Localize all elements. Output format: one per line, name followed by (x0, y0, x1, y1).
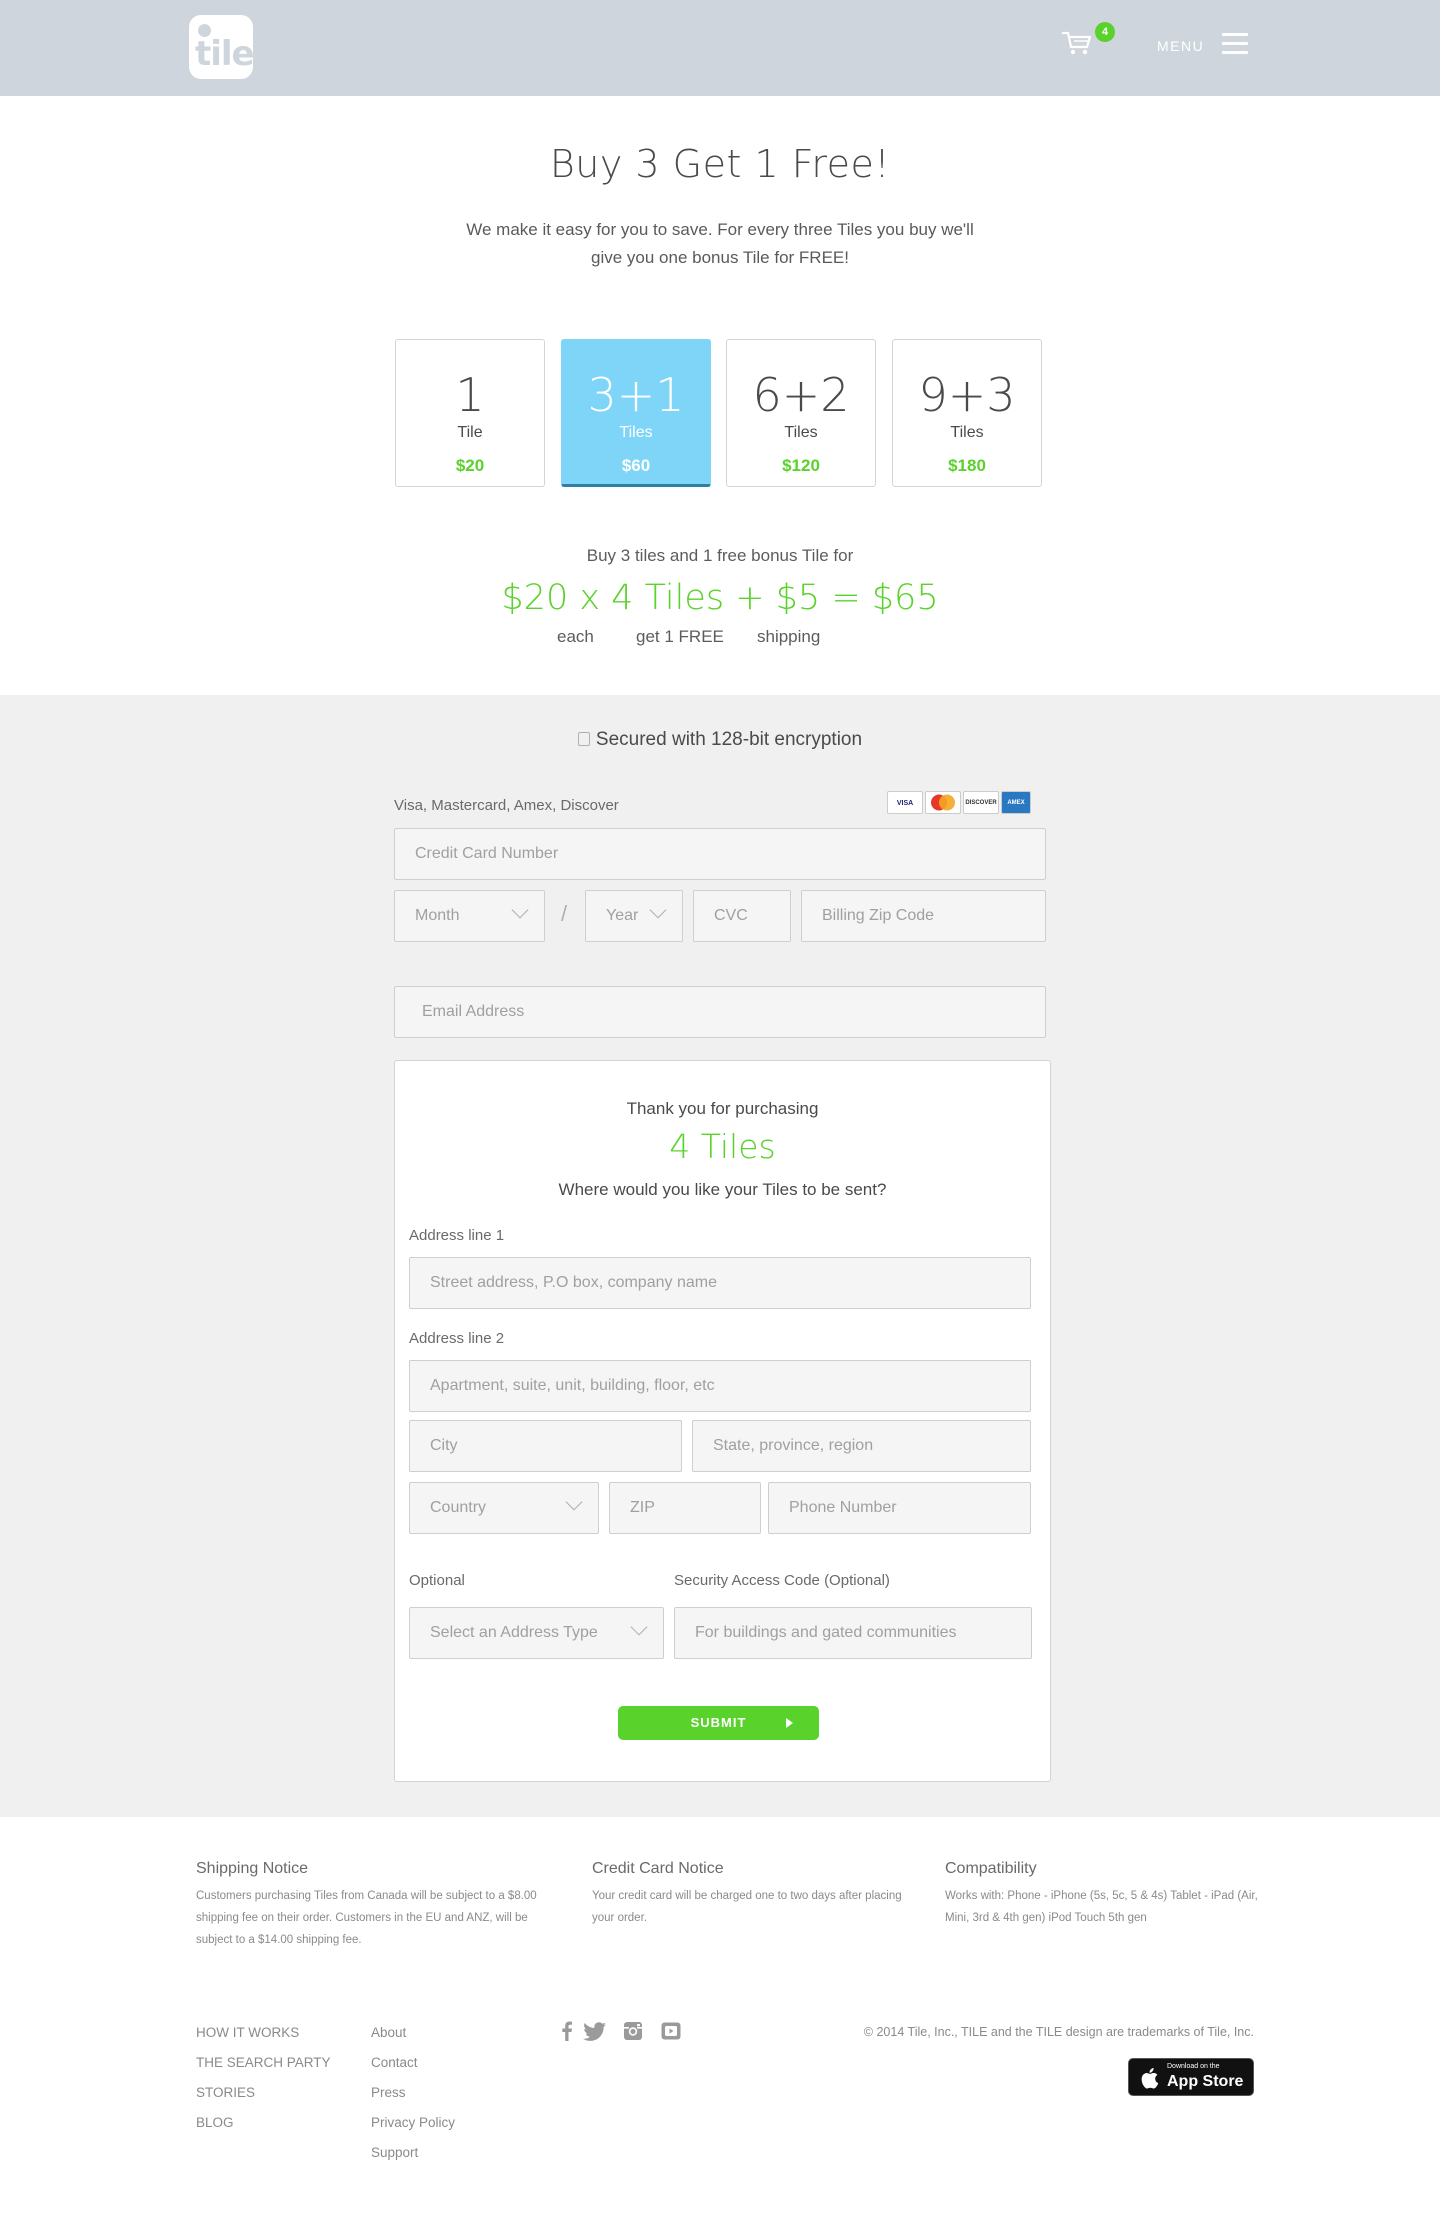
shipping-form: Thank you for purchasing 4 Tiles Where w… (394, 1060, 1051, 1782)
expiry-separator: / (561, 901, 568, 926)
phone-input[interactable]: Phone Number (768, 1482, 1031, 1534)
country-select[interactable]: Country (409, 1482, 599, 1534)
footer-link-support[interactable]: Support (371, 2145, 418, 2160)
zip-input[interactable]: ZIP (609, 1482, 761, 1534)
calc-label-free: get 1 FREE (636, 627, 724, 646)
footer-link-how-it-works[interactable]: HOW IT WORKS (196, 2025, 299, 2040)
cart-count-badge: 4 (1095, 22, 1115, 42)
twitter-icon[interactable] (583, 2020, 607, 2042)
accepted-cards-label: Visa, Mastercard, Amex, Discover (394, 797, 619, 814)
price-calc-lead: Buy 3 tiles and 1 free bonus Tile for (586, 546, 854, 565)
pack-option-6-plus-2[interactable]: 6+2 Tiles $120 (726, 339, 876, 487)
chevron-down-icon (565, 1493, 583, 1511)
card-notice-text: Your credit card will be charged one to … (592, 1890, 902, 1924)
chevron-down-icon (511, 901, 529, 919)
amex-icon: AMEX (1001, 791, 1031, 814)
pack-selector: 1 Tile $20 3+1 Tiles $60 6+2 Tiles $120 … (395, 339, 1045, 487)
copyright-text: © 2014 Tile, Inc., TILE and the TILE des… (863, 2025, 1254, 2039)
app-store-badge[interactable]: Download on the App Store (1128, 2058, 1254, 2096)
footer-link-contact[interactable]: Contact (371, 2055, 418, 2070)
pack-option-9-plus-3[interactable]: 9+3 Tiles $180 (892, 339, 1042, 487)
hamburger-menu-icon[interactable] (1222, 33, 1248, 55)
pack-count: 9+3 (918, 368, 1016, 422)
address2-label: Address line 2 (409, 1330, 505, 1347)
footer-link-stories[interactable]: STORIES (196, 2085, 255, 2100)
price-equation: $20 x 4 Tiles + $5 = $65 (501, 578, 939, 618)
submit-button[interactable]: SUBMIT (618, 1706, 819, 1740)
state-input[interactable]: State, province, region (692, 1420, 1031, 1472)
mastercard-icon (925, 791, 961, 814)
pack-count: 3+1 (587, 368, 685, 422)
address2-input[interactable]: Apartment, suite, unit, building, floor,… (409, 1360, 1031, 1412)
pack-price: $60 (621, 456, 651, 475)
shipping-notice-text: Customers purchasing Tiles from Canada w… (196, 1890, 537, 1946)
tile-logo[interactable]: tile (189, 15, 255, 79)
address1-label: Address line 1 (409, 1227, 505, 1244)
lock-icon (577, 732, 590, 746)
pack-unit: Tiles (784, 424, 818, 441)
country-placeholder: Country (430, 1499, 487, 1516)
shipping-notice-title: Shipping Notice (196, 1860, 309, 1877)
access-code-input[interactable]: For buildings and gated communities (674, 1607, 1032, 1659)
discover-icon: DISCOVER (963, 791, 999, 814)
submit-label: SUBMIT (690, 1715, 747, 1730)
cvc-input[interactable]: CVC (693, 890, 791, 942)
footer-link-privacy[interactable]: Privacy Policy (371, 2115, 455, 2130)
footer-link-search-party[interactable]: THE SEARCH PARTY (196, 2055, 331, 2070)
card-notice-title: Credit Card Notice (592, 1860, 724, 1877)
logo-wordmark: tile (195, 34, 255, 74)
calc-label-each: each (557, 627, 594, 646)
page-subtitle: We make it easy for you to save. For eve… (466, 220, 974, 267)
footer-link-press[interactable]: Press (371, 2085, 406, 2100)
pack-option-3-plus-1[interactable]: 3+1 Tiles $60 (561, 339, 711, 487)
youtube-icon[interactable] (660, 2020, 682, 2042)
site-header: tile 4 MENU (0, 0, 1440, 96)
footer-link-about[interactable]: About (371, 2025, 406, 2040)
thank-you-text: Thank you for purchasing (626, 1099, 819, 1118)
city-input[interactable]: City (409, 1420, 682, 1472)
billing-zip-input[interactable]: Billing Zip Code (801, 890, 1046, 942)
apple-icon (1141, 2068, 1159, 2089)
pack-price: $20 (455, 456, 485, 475)
address1-input[interactable]: Street address, P.O box, company name (409, 1257, 1031, 1309)
calc-label-shipping: shipping (757, 627, 821, 646)
expiry-month-select[interactable]: Month (394, 890, 545, 942)
secure-text: Secured with 128-bit encryption (595, 729, 863, 750)
pack-price: $180 (948, 456, 986, 475)
play-arrow-icon (786, 1718, 793, 1728)
page-title: Buy 3 Get 1 Free! (549, 142, 891, 186)
card-number-input[interactable]: Credit Card Number (394, 828, 1046, 880)
secure-notice: Secured with 128-bit encryption (0, 729, 1440, 751)
app-store-text: App Store (1167, 2073, 1244, 2090)
footer-link-blog[interactable]: BLOG (196, 2115, 234, 2130)
compatibility-title: Compatibility (945, 1860, 1037, 1877)
pack-unit: Tile (457, 424, 483, 441)
address-type-select[interactable]: Select an Address Type (409, 1607, 664, 1659)
menu-label[interactable]: MENU (1157, 38, 1204, 54)
visa-icon: VISA (887, 791, 923, 814)
chevron-down-icon (630, 1618, 648, 1636)
expiry-year-select[interactable]: Year (585, 890, 683, 942)
pack-count: 6+2 (752, 368, 850, 422)
pack-price: $120 (782, 456, 820, 475)
access-code-label: Security Access Code (Optional) (674, 1572, 890, 1589)
address-type-placeholder: Select an Address Type (430, 1624, 598, 1641)
shipping-question: Where would you like your Tiles to be se… (558, 1180, 887, 1199)
pack-option-1[interactable]: 1 Tile $20 (395, 339, 545, 487)
cart-icon[interactable] (1062, 30, 1092, 56)
year-placeholder: Year (606, 907, 639, 924)
pack-count: 1 (455, 368, 485, 422)
pack-unit: Tiles (950, 424, 984, 441)
optional-label: Optional (409, 1572, 465, 1589)
compatibility-text: Works with: Phone - iPhone (5s, 5c, 5 & … (945, 1890, 1258, 1924)
email-input[interactable]: Email Address (394, 986, 1046, 1038)
app-store-small-text: Download on the (1167, 2063, 1220, 2070)
instagram-icon[interactable] (622, 2020, 644, 2042)
purchase-count: 4 Tiles (669, 1127, 776, 1166)
facebook-icon[interactable] (556, 2020, 578, 2042)
chevron-down-icon (649, 901, 667, 919)
pack-unit: Tiles (619, 424, 653, 441)
month-placeholder: Month (415, 907, 460, 924)
